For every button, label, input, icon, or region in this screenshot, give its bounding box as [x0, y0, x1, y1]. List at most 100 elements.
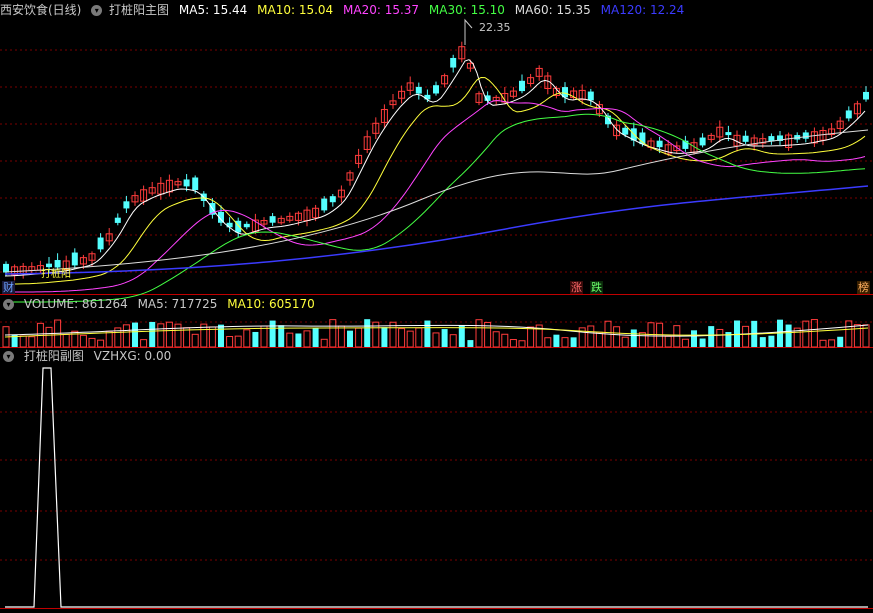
marker-cai[interactable]: 财: [2, 281, 15, 294]
main-panel-header: 西安饮食(日线) ▾ 打桩阳主图 MA5: 15.44 MA10: 15.04 …: [0, 1, 690, 19]
volume-bar-up: [432, 332, 440, 348]
ma20-value: MA20: 15.37: [343, 3, 420, 17]
candle-down: [183, 179, 190, 187]
volume-bar-up: [509, 339, 517, 348]
marker-zhang[interactable]: 涨: [570, 281, 583, 294]
volume-bar-up: [621, 336, 629, 348]
volume-bar-up: [234, 335, 242, 348]
marker-die[interactable]: 跌: [590, 281, 603, 294]
volume-ma10: MA10: 605170: [227, 297, 315, 311]
volume-bar-down: [364, 319, 371, 347]
volume-bar-down: [785, 324, 792, 347]
volume-bar-up: [19, 335, 27, 348]
volume-bar-up: [165, 321, 173, 348]
high-price-pointer: [464, 18, 473, 45]
ma120-value: MA120: 12.24: [600, 3, 685, 17]
volume-bar-down: [132, 322, 138, 347]
volume-bar-up: [802, 320, 810, 348]
volume-bar-up: [303, 330, 311, 348]
volume-bar-up: [845, 320, 853, 348]
ma60-line: [4, 129, 869, 273]
candle-down: [415, 86, 422, 94]
candle-down: [725, 132, 732, 136]
sub-indicator-name[interactable]: 打桩阳副图: [24, 349, 84, 363]
candle-down: [450, 57, 457, 68]
volume-bar-up: [492, 331, 500, 348]
candle-down: [699, 137, 706, 146]
indicator-menu-icon[interactable]: ▾: [91, 5, 103, 16]
volume-bar-up: [243, 329, 251, 348]
volume-value: VOLUME: 861264: [23, 297, 128, 311]
volume-bar-down: [630, 329, 637, 347]
volume-bar-up: [595, 331, 603, 348]
volume-bar-up: [226, 335, 234, 348]
volume-bar-up: [501, 333, 509, 348]
candle-down: [71, 252, 78, 266]
candle-down: [46, 263, 52, 268]
volume-bar-down: [312, 328, 319, 347]
volume-bar-up: [613, 326, 621, 348]
volume-bar-down: [553, 334, 560, 347]
volume-bar-down: [708, 326, 715, 347]
sub-indicator-menu-icon[interactable]: ▾: [3, 351, 14, 362]
marker-bang[interactable]: 榜: [857, 281, 870, 294]
volume-bar-up: [140, 339, 148, 348]
volume-bar-down: [691, 330, 697, 347]
candle-down: [742, 135, 749, 142]
volume-bar-up: [320, 338, 328, 348]
vzhxg-line: [5, 367, 868, 608]
candle-down: [114, 217, 121, 223]
volume-ma5: MA5: 717725: [137, 297, 218, 311]
volume-bar-up: [260, 325, 268, 348]
candle-down: [845, 110, 852, 119]
volume-bar-down: [424, 320, 431, 347]
volume-bar-down: [381, 327, 388, 347]
volume-bar-down: [759, 337, 766, 347]
volume-bar-up: [406, 330, 414, 348]
volume-bar-up: [174, 323, 182, 348]
volume-bar-up: [398, 328, 406, 348]
ma30-line: [5, 113, 866, 303]
ma10-line: [5, 76, 866, 285]
main-indicator-name[interactable]: 打桩阳主图: [109, 3, 169, 17]
volume-bar-up: [853, 324, 861, 348]
high-price-label: 22.35: [479, 21, 511, 34]
volume-bar-down: [467, 340, 474, 347]
volume-bar-down: [734, 320, 740, 347]
sub-indicator-value: VZHXG: 0.00: [93, 349, 172, 363]
volume-bar-up: [449, 334, 457, 348]
volume-bar-up: [544, 337, 552, 348]
candle-down: [321, 198, 328, 211]
volume-bar-up: [122, 324, 130, 348]
candle-down: [243, 223, 250, 228]
volume-menu-icon[interactable]: ▾: [3, 299, 14, 310]
candle-down: [863, 91, 869, 100]
volume-bar-up: [518, 340, 526, 348]
candle-down: [587, 91, 594, 101]
ma60-value: MA60: 15.35: [514, 3, 591, 17]
volume-bar-down: [252, 331, 259, 347]
volume-bar-up: [62, 333, 70, 348]
volume-bar-down: [699, 338, 706, 347]
candle-down: [269, 216, 276, 223]
candle-down: [433, 85, 439, 94]
ma5-value: MA5: 15.44: [178, 3, 248, 17]
volume-bar-up: [337, 325, 345, 348]
volume-bar-up: [810, 319, 818, 348]
volume-bar-up: [475, 319, 483, 348]
volume-bar-down: [218, 324, 224, 347]
volume-bar-up: [828, 339, 836, 348]
volume-bar-down: [441, 329, 448, 347]
volume-bar-up: [191, 333, 199, 348]
volume-bar-down: [570, 337, 577, 347]
candle-down: [656, 140, 663, 148]
volume-bar-up: [355, 327, 363, 348]
ma10-value: MA10: 15.04: [257, 3, 334, 17]
volume-bar-up: [819, 339, 827, 348]
volume-bar-up: [88, 337, 96, 348]
candle-down: [123, 201, 130, 209]
volume-bar-up: [286, 332, 294, 348]
volume-bar-up: [415, 327, 423, 348]
volume-bar-up: [97, 339, 105, 348]
sub-panel-header: ▾ 打桩阳副图 VZHXG: 0.00: [0, 347, 177, 365]
